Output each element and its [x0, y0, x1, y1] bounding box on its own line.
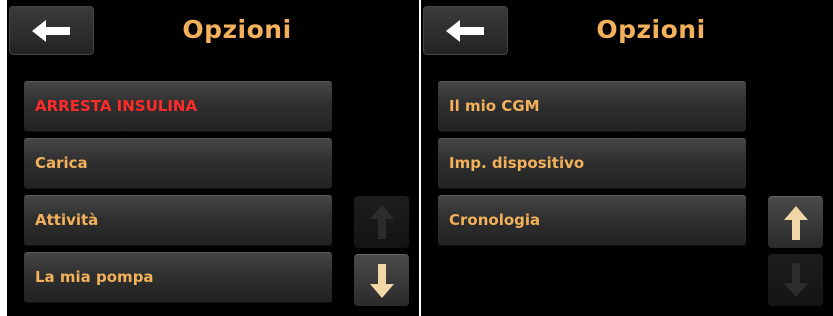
options-screen-page-2: Opzioni Il mio CGM Imp. dispositivo Cron… — [421, 0, 833, 316]
menu-item-label: Carica — [35, 154, 88, 172]
menu-item-carica[interactable]: Carica — [24, 138, 332, 189]
menu-item-label: Attività — [35, 211, 99, 229]
arrow-down-icon — [783, 263, 808, 297]
menu-item-label: La mia pompa — [35, 268, 154, 286]
menu-item-imp-dispositivo[interactable]: Imp. dispositivo — [438, 138, 746, 189]
scroll-down-button[interactable] — [354, 254, 409, 306]
scroll-up-button — [354, 196, 409, 248]
menu-item-label: Il mio CGM — [449, 97, 540, 115]
menu-item-label: Cronologia — [449, 211, 541, 229]
scroll-down-button — [768, 254, 823, 306]
page-title: Opzioni — [182, 15, 292, 44]
arrow-left-icon — [445, 19, 486, 42]
options-screen-page-1: Opzioni ARRESTA INSULINA Carica Attività… — [7, 0, 419, 316]
menu-item-cronologia[interactable]: Cronologia — [438, 195, 746, 246]
menu-item-label: ARRESTA INSULINA — [35, 97, 198, 115]
scroll-up-button[interactable] — [768, 196, 823, 248]
back-button[interactable] — [423, 6, 508, 55]
menu-item-la-mia-pompa[interactable]: La mia pompa — [24, 252, 332, 303]
back-button[interactable] — [9, 6, 94, 55]
arrow-up-icon — [369, 205, 394, 239]
menu-item-label: Imp. dispositivo — [449, 154, 585, 172]
menu-item-arresta-insulina[interactable]: ARRESTA INSULINA — [24, 81, 332, 132]
menu-item-il-mio-cgm[interactable]: Il mio CGM — [438, 81, 746, 132]
arrow-left-icon — [31, 19, 72, 42]
menu-item-attivita[interactable]: Attività — [24, 195, 332, 246]
page-title: Opzioni — [596, 15, 706, 44]
arrow-down-icon — [369, 263, 394, 298]
arrow-up-icon — [783, 205, 808, 240]
